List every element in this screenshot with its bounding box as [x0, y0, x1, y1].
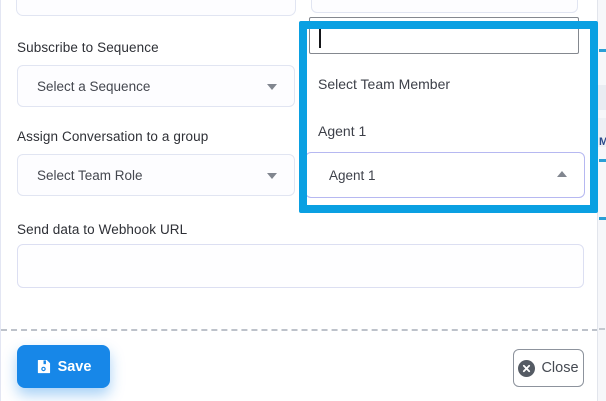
save-button-label: Save [58, 359, 92, 375]
background-link-fragment [599, 49, 606, 52]
close-button[interactable]: Close [513, 349, 584, 387]
background-text-fragment: M [599, 136, 606, 148]
webhook-url-input[interactable] [17, 244, 584, 288]
caret-up-icon [557, 171, 567, 177]
background-link-fragment [599, 159, 606, 162]
background-divider-fragment [599, 328, 605, 330]
caret-down-icon [267, 173, 277, 179]
save-icon [36, 359, 51, 374]
save-button[interactable]: Save [17, 345, 110, 388]
footer-divider [1, 329, 598, 331]
sequence-select[interactable]: Select a Sequence [17, 65, 295, 107]
team-member-select-value: Agent 1 [306, 168, 376, 183]
team-member-option-placeholder[interactable]: Select Team Member [318, 76, 450, 92]
webhook-url-label: Send data to Webhook URL [17, 222, 187, 237]
close-icon [518, 360, 535, 377]
text-cursor [319, 24, 321, 48]
team-member-option-agent1[interactable]: Agent 1 [318, 123, 366, 139]
team-role-select-value: Select Team Role [18, 168, 143, 183]
sequence-select-value: Select a Sequence [18, 79, 150, 94]
modal-body: Subscribe to Sequence Select a Sequence … [0, 0, 597, 401]
modal-screen: Subscribe to Sequence Select a Sequence … [0, 0, 606, 401]
subscribe-sequence-label: Subscribe to Sequence [17, 40, 159, 55]
background-link-fragment [599, 217, 606, 220]
caret-down-icon [267, 84, 277, 90]
team-role-select[interactable]: Select Team Role [17, 154, 295, 196]
background-page-strip: M [597, 0, 606, 401]
assign-group-label: Assign Conversation to a group [17, 129, 208, 144]
background-block-fragment [598, 85, 606, 110]
team-member-search-input[interactable] [309, 17, 579, 54]
close-button-label: Close [541, 360, 578, 376]
truncated-input-right[interactable] [311, 0, 578, 13]
team-member-select[interactable]: Agent 1 [305, 152, 585, 198]
truncated-input-left[interactable] [16, 0, 296, 16]
